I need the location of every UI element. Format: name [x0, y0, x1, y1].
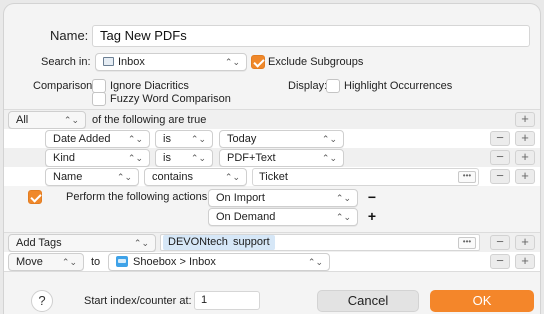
name-label: Name: [50, 28, 89, 43]
chevron-updown-icon: ⌃⌄ [321, 153, 337, 163]
condition-value-popup[interactable]: PDF+Text ⌃⌄ [219, 149, 344, 167]
chevron-updown-icon: ⌃⌄ [61, 257, 77, 267]
perform-actions-label: Perform the following actions: [66, 191, 211, 203]
ok-button[interactable]: OK [430, 290, 534, 312]
move-target-value: Shoebox > Inbox [133, 256, 216, 268]
chevron-updown-icon: ⌃⌄ [335, 212, 351, 222]
condition-field-popup[interactable]: Kind ⌃⌄ [45, 149, 150, 167]
match-suffix: of the following are true [92, 114, 207, 126]
condition-field-value: Kind [53, 152, 76, 164]
chevron-updown-icon: ⌃⌄ [190, 153, 206, 163]
event-value: On Import [216, 192, 265, 204]
divider [4, 271, 540, 272]
condition-operator-popup[interactable]: is ⌃⌄ [155, 130, 213, 148]
start-index-label: Start index/counter at: [84, 295, 192, 307]
search-in-label: Search in: [41, 56, 91, 68]
fuzzy-word-label: Fuzzy Word Comparison [110, 93, 231, 105]
chevron-updown-icon: ⌃⌄ [307, 257, 323, 267]
event-popup[interactable]: On Demand ⌃⌄ [208, 208, 358, 226]
match-mode-value: All [16, 114, 29, 126]
smart-rule-dialog: Name: Tag New PDFs Search in: Inbox ⌃⌄ E… [4, 4, 540, 314]
tag-token[interactable]: DEVONtech [163, 235, 233, 250]
chevron-updown-icon: ⌃⌄ [133, 238, 149, 248]
add-event-button[interactable]: + [365, 209, 379, 224]
name-field[interactable]: Tag New PDFs [92, 25, 530, 47]
remove-action-button[interactable]: − [490, 254, 510, 269]
action-type-value: Add Tags [16, 237, 62, 249]
condition-operator-popup[interactable]: contains ⌃⌄ [144, 168, 247, 186]
event-value: On Demand [216, 211, 276, 223]
condition-operator-value: is [163, 152, 171, 164]
condition-operator-popup[interactable]: is ⌃⌄ [155, 149, 213, 167]
chevron-updown-icon: ⌃⌄ [63, 115, 79, 125]
chevron-updown-icon: ⌃⌄ [224, 57, 240, 67]
inbox-icon [103, 57, 114, 66]
add-condition-button[interactable]: + [515, 169, 535, 184]
perform-actions-checkbox[interactable] [28, 190, 42, 204]
condition-field-popup[interactable]: Date Added ⌃⌄ [45, 130, 150, 148]
condition-operator-value: is [163, 133, 171, 145]
display-label: Display: [288, 80, 328, 92]
ellipsis-icon[interactable]: ••• [458, 237, 476, 249]
condition-text-field[interactable]: Ticket [252, 168, 479, 186]
add-condition-button[interactable]: + [515, 150, 535, 165]
condition-operator-value: contains [152, 171, 193, 183]
cancel-button[interactable]: Cancel [317, 290, 419, 312]
remove-condition-button[interactable]: − [490, 150, 510, 165]
exclude-subgroups-checkbox[interactable] [251, 55, 265, 69]
action-type-value: Move [16, 256, 43, 268]
fuzzy-word-checkbox[interactable] [92, 92, 106, 106]
chevron-updown-icon: ⌃⌄ [224, 172, 240, 182]
ellipsis-icon[interactable]: ••• [458, 171, 476, 183]
chevron-updown-icon: ⌃⌄ [335, 193, 351, 203]
chevron-updown-icon: ⌃⌄ [127, 153, 143, 163]
chevron-updown-icon: ⌃⌄ [127, 134, 143, 144]
add-condition-button[interactable]: + [515, 131, 535, 146]
action-type-popup[interactable]: Move ⌃⌄ [8, 253, 84, 271]
add-action-button[interactable]: + [515, 235, 535, 250]
remove-condition-button[interactable]: − [490, 169, 510, 184]
to-label: to [91, 256, 101, 268]
start-index-field[interactable]: 1 [194, 291, 260, 310]
highlight-occurrences-checkbox[interactable] [326, 79, 340, 93]
event-popup[interactable]: On Import ⌃⌄ [208, 189, 358, 207]
tag-token[interactable]: support [228, 235, 275, 250]
exclude-subgroups-label: Exclude Subgroups [268, 56, 364, 68]
condition-value-popup[interactable]: Today ⌃⌄ [219, 130, 344, 148]
add-action-button[interactable]: + [515, 254, 535, 269]
remove-condition-button[interactable]: − [490, 131, 510, 146]
remove-action-button[interactable]: − [490, 235, 510, 250]
search-in-value: Inbox [118, 56, 145, 68]
highlight-occurrences-label: Highlight Occurrences [344, 80, 453, 92]
condition-field-popup[interactable]: Name ⌃⌄ [45, 168, 139, 186]
chevron-updown-icon: ⌃⌄ [190, 134, 206, 144]
move-target-popup[interactable]: Shoebox > Inbox ⌃⌄ [108, 253, 330, 271]
condition-value: Today [227, 133, 257, 145]
condition-value: PDF+Text [227, 152, 276, 164]
chevron-updown-icon: ⌃⌄ [116, 172, 132, 182]
remove-event-button[interactable]: − [365, 190, 379, 205]
ignore-diacritics-label: Ignore Diacritics [110, 80, 189, 92]
condition-field-value: Date Added [53, 133, 111, 145]
database-icon [116, 256, 128, 267]
action-type-popup[interactable]: Add Tags ⌃⌄ [8, 234, 156, 252]
condition-field-value: Name [53, 171, 83, 183]
help-button[interactable]: ? [31, 290, 53, 312]
ignore-diacritics-checkbox[interactable] [92, 79, 106, 93]
chevron-updown-icon: ⌃⌄ [321, 134, 337, 144]
search-in-popup[interactable]: Inbox ⌃⌄ [95, 53, 247, 71]
match-mode-popup[interactable]: All ⌃⌄ [8, 111, 86, 129]
comparison-label: Comparison: [33, 80, 96, 92]
add-condition-button[interactable]: + [515, 112, 535, 127]
